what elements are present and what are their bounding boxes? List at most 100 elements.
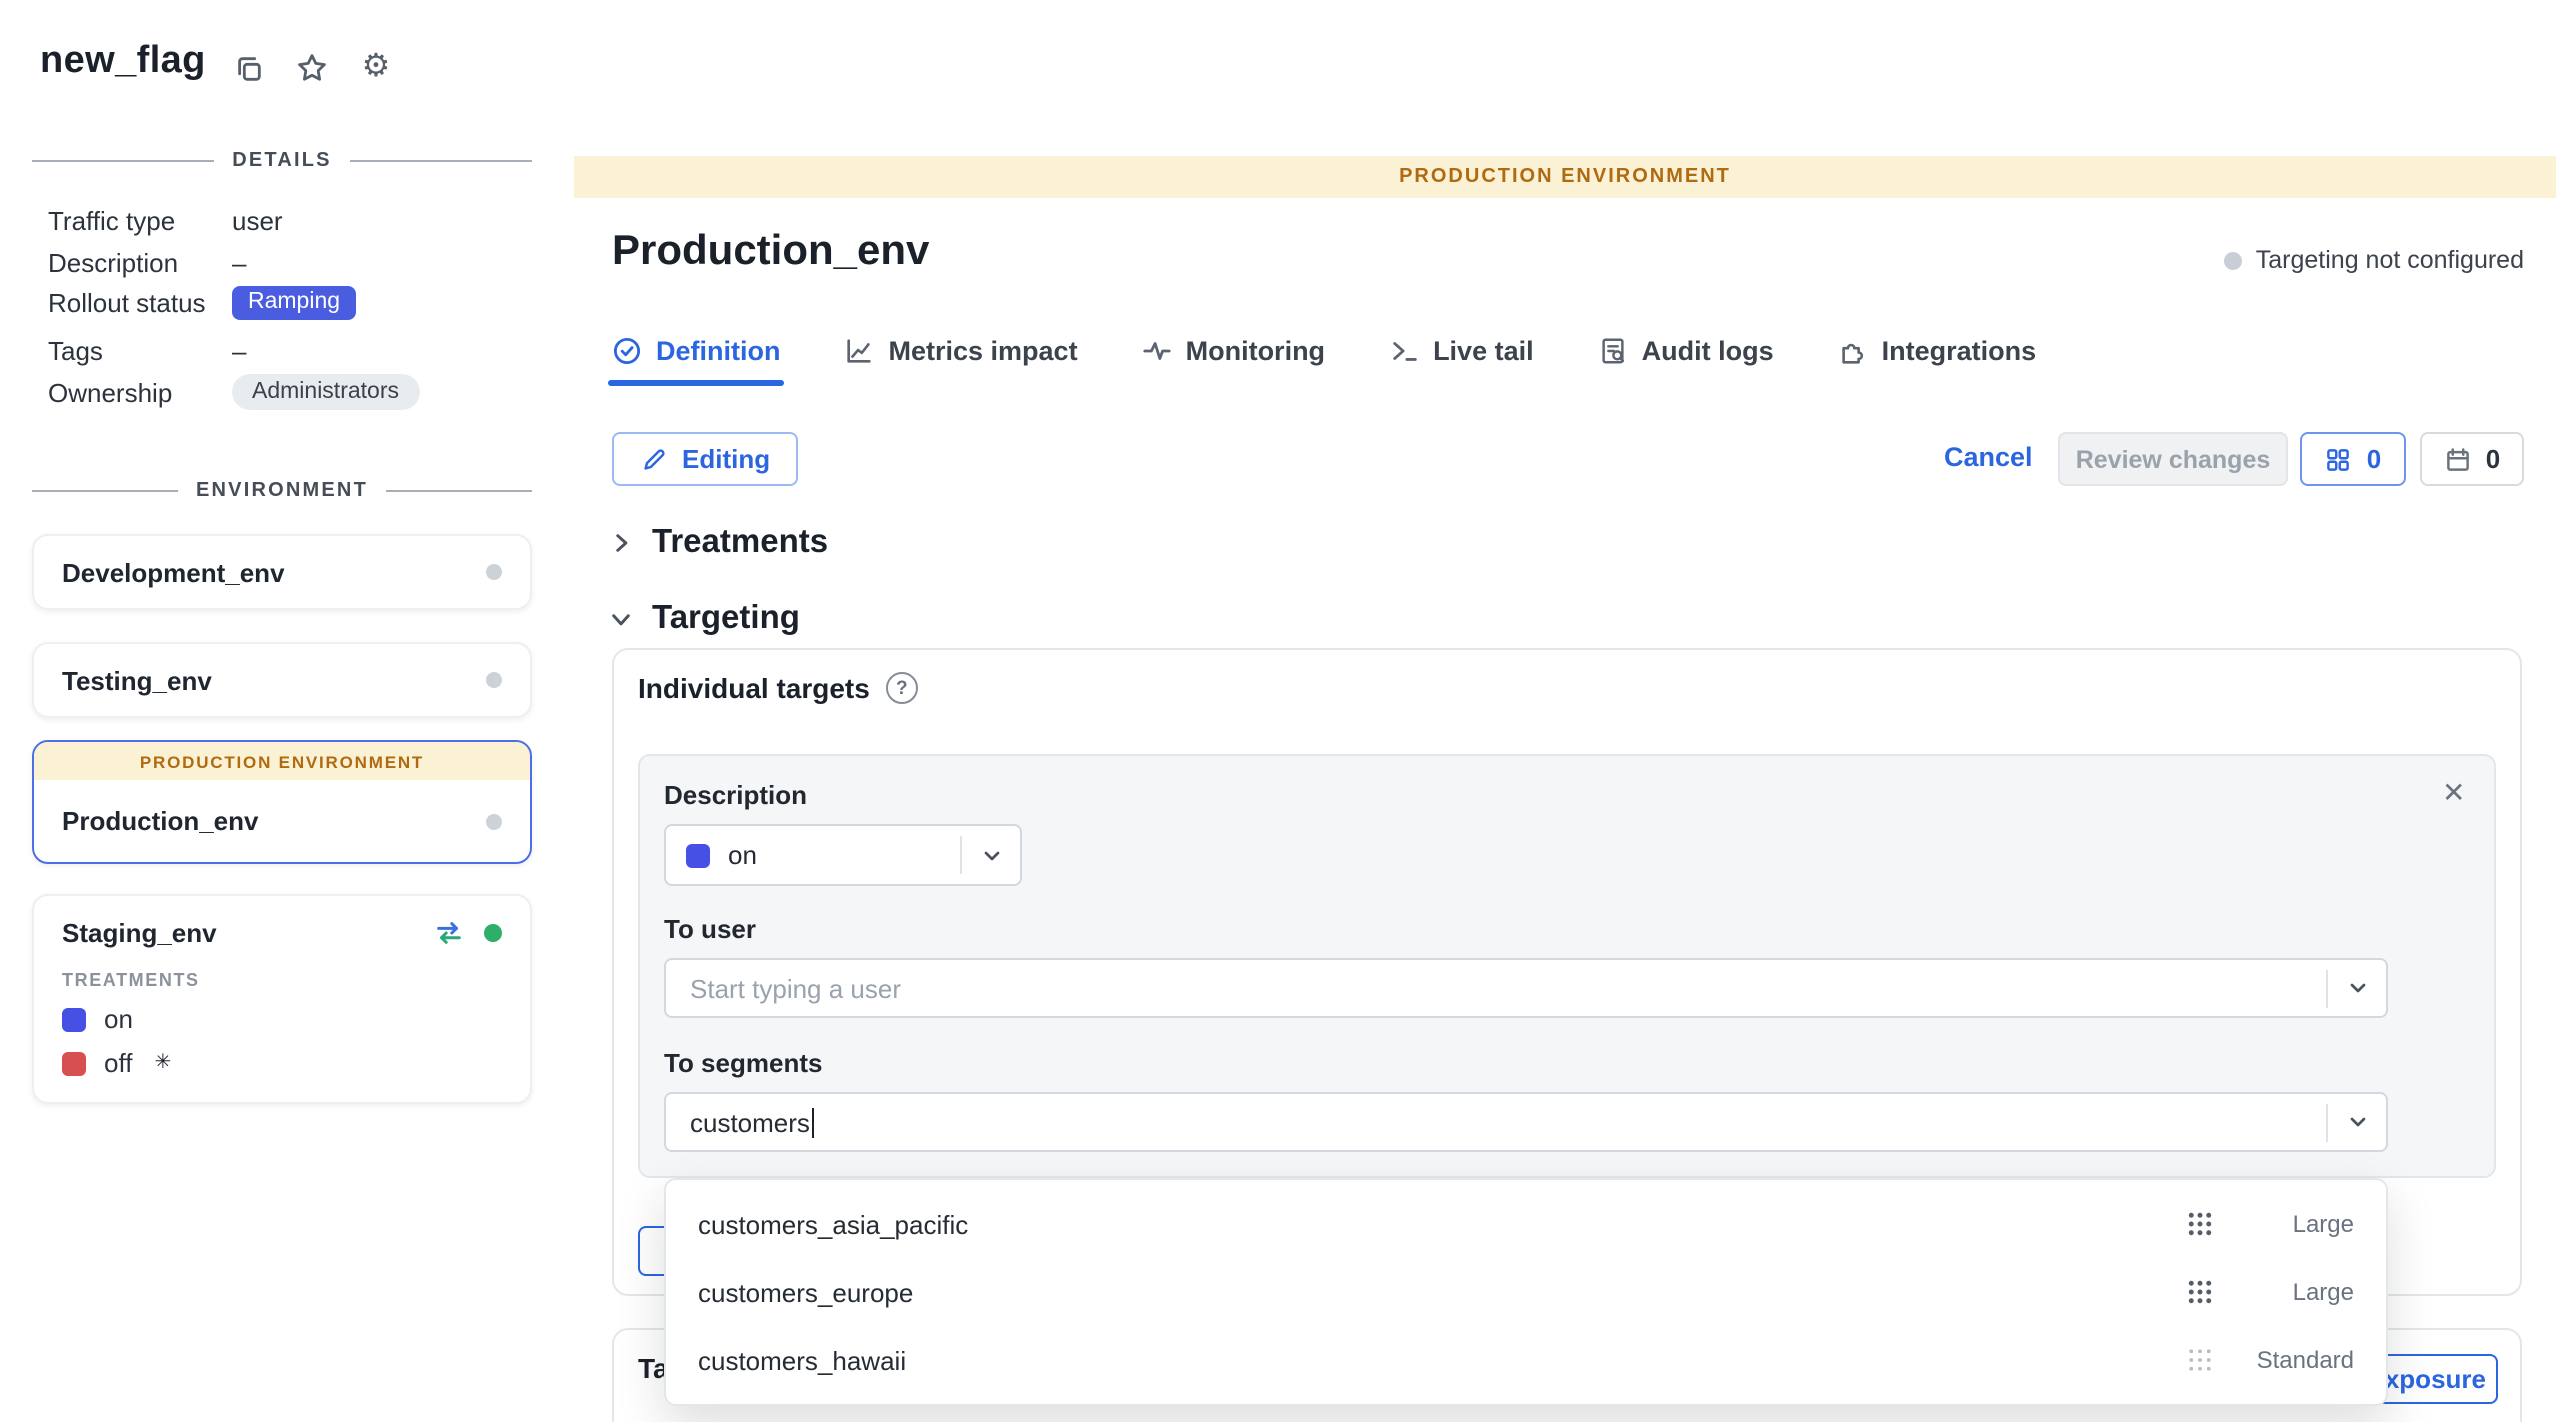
close-icon[interactable]: ✕ <box>2442 776 2465 810</box>
definition-icon <box>612 336 642 366</box>
copy-icon[interactable] <box>232 52 264 84</box>
environment-page-title: Production_env <box>612 228 929 276</box>
detail-value: – <box>232 247 246 277</box>
targeting-status-label: Targeting not configured <box>2256 246 2524 274</box>
tab-live-tail[interactable]: Live tail <box>1389 336 1534 386</box>
segment-name: customers_hawaii <box>698 1345 2186 1375</box>
treatment-label: off <box>104 1048 132 1078</box>
segment-size: Large <box>2242 1278 2354 1306</box>
tab-label: Integrations <box>1882 336 2037 366</box>
treatment-on-swatch <box>686 843 710 867</box>
env-name: Staging_env <box>62 918 434 948</box>
detail-row-ownership: Ownership Administrators <box>48 372 532 412</box>
segment-option-customers-asia-pacific[interactable]: customers_asia_pacific Large <box>666 1190 2386 1258</box>
treatment-off-swatch <box>62 1051 86 1075</box>
chevron-right-icon <box>608 530 634 556</box>
tab-label: Monitoring <box>1186 336 1325 366</box>
treatments-section-toggle[interactable]: Treatments <box>608 524 828 562</box>
segment-size: Standard <box>2242 1346 2354 1374</box>
layout-counter-button[interactable]: 0 <box>2300 432 2406 486</box>
audit-logs-icon <box>1598 336 1628 366</box>
calendar-icon <box>2444 445 2472 473</box>
env-name: Testing_env <box>62 665 212 695</box>
segment-grid-icon <box>2186 1278 2214 1306</box>
tab-label: Definition <box>656 336 781 366</box>
env-status-dot-green <box>484 924 502 942</box>
metrics-impact-icon <box>845 336 875 366</box>
tab-integrations[interactable]: Integrations <box>1838 336 2037 386</box>
treatment-off: off ✳ <box>62 1048 502 1078</box>
tab-metrics-impact[interactable]: Metrics impact <box>845 336 1078 386</box>
sync-icon <box>434 918 464 948</box>
segment-name: customers_asia_pacific <box>698 1209 2186 1239</box>
description-field-label: Description <box>664 780 807 810</box>
detail-row-traffic-type: Traffic type user <box>48 200 532 240</box>
chevron-down-icon[interactable] <box>962 843 1020 867</box>
detail-label: Rollout status <box>48 287 232 317</box>
chevron-down-icon <box>608 606 634 632</box>
detail-label: Ownership <box>48 377 232 407</box>
integrations-icon <box>1838 336 1868 366</box>
individual-targets-title: Individual targets <box>638 672 870 704</box>
chevron-down-icon[interactable] <box>2328 976 2386 1000</box>
env-card-production-selected[interactable]: PRODUCTION ENVIRONMENT Production_env <box>32 740 532 864</box>
layout-count: 0 <box>2367 444 2381 474</box>
help-icon[interactable]: ? <box>886 672 918 704</box>
gear-icon[interactable]: ⚙ <box>360 52 392 84</box>
cancel-button[interactable]: Cancel <box>1944 442 2033 472</box>
detail-value: user <box>232 205 283 235</box>
tab-audit-logs[interactable]: Audit logs <box>1598 336 1774 386</box>
env-status-dot <box>486 564 502 580</box>
treatment-select-value: on <box>728 840 960 870</box>
detail-label: Traffic type <box>48 205 232 235</box>
treatments-subheader: TREATMENTS <box>62 970 502 990</box>
env-status-dot <box>486 813 502 829</box>
env-name: Development_env <box>62 557 285 587</box>
review-changes-button[interactable]: Review changes <box>2058 432 2288 486</box>
environment-section-header: ENVIRONMENT <box>32 480 532 502</box>
targeting-section-toggle[interactable]: Targeting <box>608 600 800 638</box>
env-card-development[interactable]: Development_env <box>32 534 532 610</box>
tab-label: Audit logs <box>1642 336 1774 366</box>
treatment-on-swatch <box>62 1007 86 1031</box>
details-section-header: DETAILS <box>32 150 532 172</box>
tab-definition[interactable]: Definition <box>612 336 781 386</box>
flag-header-actions: ⚙ <box>232 52 392 84</box>
targeting-status: Targeting not configured <box>2224 246 2524 274</box>
pencil-icon <box>640 445 668 473</box>
to-segments-field-label: To segments <box>664 1048 822 1078</box>
segment-option-customers-europe[interactable]: customers_europe Large <box>666 1258 2386 1326</box>
detail-row-description: Description – <box>48 242 532 282</box>
to-segments-input[interactable]: customers <box>664 1092 2388 1152</box>
treatment-on: on <box>62 1004 502 1034</box>
treatment-select[interactable]: on <box>664 824 1022 886</box>
rollout-status-badge: Ramping <box>232 285 356 319</box>
calendar-counter-button[interactable]: 0 <box>2420 432 2524 486</box>
chevron-down-icon[interactable] <box>2328 1110 2386 1134</box>
env-status-dot <box>486 672 502 688</box>
to-user-input[interactable] <box>666 973 2326 1003</box>
tab-label: Live tail <box>1433 336 1534 366</box>
star-icon[interactable] <box>296 52 328 84</box>
live-tail-icon <box>1389 336 1419 366</box>
detail-row-tags: Tags – <box>48 330 532 370</box>
env-card-staging[interactable]: Staging_env TREATMENTS on off ✳ <box>32 894 532 1104</box>
ownership-badge[interactable]: Administrators <box>232 374 419 410</box>
detail-value: – <box>232 335 246 365</box>
detail-label: Tags <box>48 335 232 365</box>
to-user-combobox <box>664 958 2388 1018</box>
env-card-testing[interactable]: Testing_env <box>32 642 532 718</box>
details-title: DETAILS <box>232 150 332 172</box>
treatment-label: on <box>104 1004 133 1034</box>
segments-dropdown-menu: customers_asia_pacific Large customers_e… <box>664 1178 2388 1406</box>
tab-label: Metrics impact <box>889 336 1078 366</box>
to-segments-value: customers <box>690 1107 810 1137</box>
segment-option-customers-hawaii[interactable]: customers_hawaii Standard <box>666 1326 2386 1394</box>
to-user-field-label: To user <box>664 914 756 944</box>
editing-button[interactable]: Editing <box>612 432 798 486</box>
section-title: Targeting <box>652 600 800 638</box>
editing-label: Editing <box>682 444 770 474</box>
tab-monitoring[interactable]: Monitoring <box>1142 336 1325 386</box>
grid-icon <box>2325 445 2353 473</box>
section-title: Treatments <box>652 524 828 562</box>
